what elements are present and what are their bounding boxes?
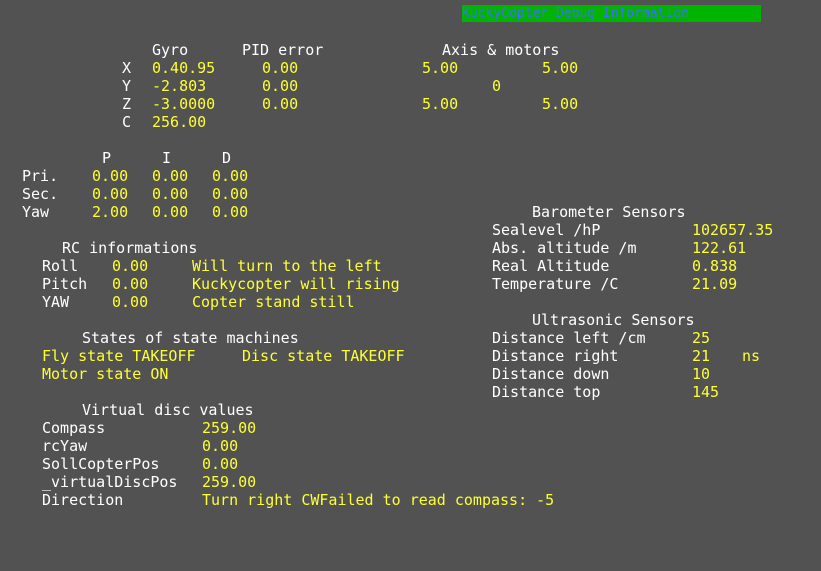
pid-pri-p: 0.00	[92, 167, 129, 185]
vd-label-virtualdiscpos: _virtualDiscPos	[42, 473, 178, 491]
gyro-z-value: -3.0000	[152, 95, 216, 113]
pid-sec-p: 0.00	[92, 185, 129, 203]
motor-y-value: 0	[492, 77, 502, 95]
baro-sealevel-value: 102657.35	[692, 221, 774, 239]
vd-virtualdiscpos-value: 259.00	[202, 473, 257, 491]
vd-label-direction: Direction	[42, 491, 124, 509]
vd-label-sollcopterpos: SollCopterPos	[42, 455, 160, 473]
rc-label-pitch: Pitch	[42, 275, 88, 293]
pid-yaw-d: 0.00	[212, 203, 249, 221]
vd-sollcopterpos-value: 0.00	[202, 455, 239, 473]
pid-d-header: D	[222, 149, 232, 167]
rc-pitch-value: 0.00	[112, 275, 149, 293]
states-title: States of state machines	[82, 329, 299, 347]
axis-label-z: Z	[122, 95, 132, 113]
gyro-c-value: 256.00	[152, 113, 207, 131]
pid-pri-i: 0.00	[152, 167, 189, 185]
pid-label-pri: Pri.	[22, 167, 59, 185]
us-label-down: Distance down	[492, 365, 610, 383]
baro-label-abs-altitude: Abs. altitude /m	[492, 239, 637, 257]
gyro-y-value: -2.803	[152, 77, 207, 95]
axis-label-c: C	[122, 113, 132, 131]
pid-sec-d: 0.00	[212, 185, 249, 203]
us-down-value: 10	[692, 365, 711, 383]
us-right-value: 21	[692, 347, 711, 365]
gyro-header: Gyro	[152, 41, 189, 59]
us-label-right: Distance right	[492, 347, 619, 365]
vd-compass-value: 259.00	[202, 419, 257, 437]
baro-label-real-altitude: Real Altitude	[492, 257, 610, 275]
vd-direction-value: Turn right CWFailed to read compass: -5	[202, 491, 555, 509]
pid-error-y-value: 0.00	[262, 77, 299, 95]
rc-label-roll: Roll	[42, 257, 79, 275]
motor-state: Motor state ON	[42, 365, 169, 383]
rc-title: RC informations	[62, 239, 198, 257]
baro-label-sealevel: Sealevel /hP	[492, 221, 601, 239]
baro-label-temperature: Temperature /C	[492, 275, 619, 293]
axis-label-y: Y	[122, 77, 132, 95]
vd-label-rcyaw: rcYaw	[42, 437, 88, 455]
virtual-disc-title: Virtual disc values	[82, 401, 254, 419]
baro-temperature-value: 21.09	[692, 275, 738, 293]
rc-label-yaw: YAW	[42, 293, 70, 311]
pid-yaw-i: 0.00	[152, 203, 189, 221]
motor-x-b-value: 5.00	[542, 59, 579, 77]
ultrasonic-title: Ultrasonic Sensors	[532, 311, 695, 329]
us-top-value: 145	[692, 383, 720, 401]
pid-p-header: P	[102, 149, 112, 167]
pid-error-x-value: 0.00	[262, 59, 299, 77]
us-right-unit: ns	[742, 347, 761, 365]
disc-state: Disc state TAKEOFF	[242, 347, 405, 365]
pid-label-sec: Sec.	[22, 185, 59, 203]
rc-pitch-desc: Kuckycopter will rising	[192, 275, 400, 293]
barometer-title: Barometer Sensors	[532, 203, 686, 221]
us-label-left: Distance left /cm	[492, 329, 646, 347]
vd-rcyaw-value: 0.00	[202, 437, 239, 455]
pid-i-header: I	[162, 149, 172, 167]
motor-x-a-value: 5.00	[422, 59, 459, 77]
pid-error-header: PID error	[242, 41, 324, 59]
baro-abs-altitude-value: 122.61	[692, 239, 747, 257]
rc-yaw-value: 0.00	[112, 293, 149, 311]
gyro-x-value: 0.40.95	[152, 59, 216, 77]
fly-state: Fly state TAKEOFF	[42, 347, 196, 365]
motor-z-a-value: 5.00	[422, 95, 459, 113]
pid-yaw-p: 2.00	[92, 203, 129, 221]
rc-roll-desc: Will turn to the left	[192, 257, 382, 275]
pid-sec-i: 0.00	[152, 185, 189, 203]
axis-motors-header: Axis & motors	[442, 41, 560, 59]
pid-label-yaw: Yaw	[22, 203, 50, 221]
axis-label-x: X	[122, 59, 132, 77]
rc-roll-value: 0.00	[112, 257, 149, 275]
vd-label-compass: Compass	[42, 419, 106, 437]
baro-real-altitude-value: 0.838	[692, 257, 738, 275]
rc-yaw-desc: Copter stand still	[192, 293, 355, 311]
us-left-value: 25	[692, 329, 711, 347]
motor-z-b-value: 5.00	[542, 95, 579, 113]
pid-pri-d: 0.00	[212, 167, 249, 185]
pid-error-z-value: 0.00	[262, 95, 299, 113]
debug-title-banner: KuckyCopter Debug Information	[462, 5, 761, 22]
us-label-top: Distance top	[492, 383, 601, 401]
